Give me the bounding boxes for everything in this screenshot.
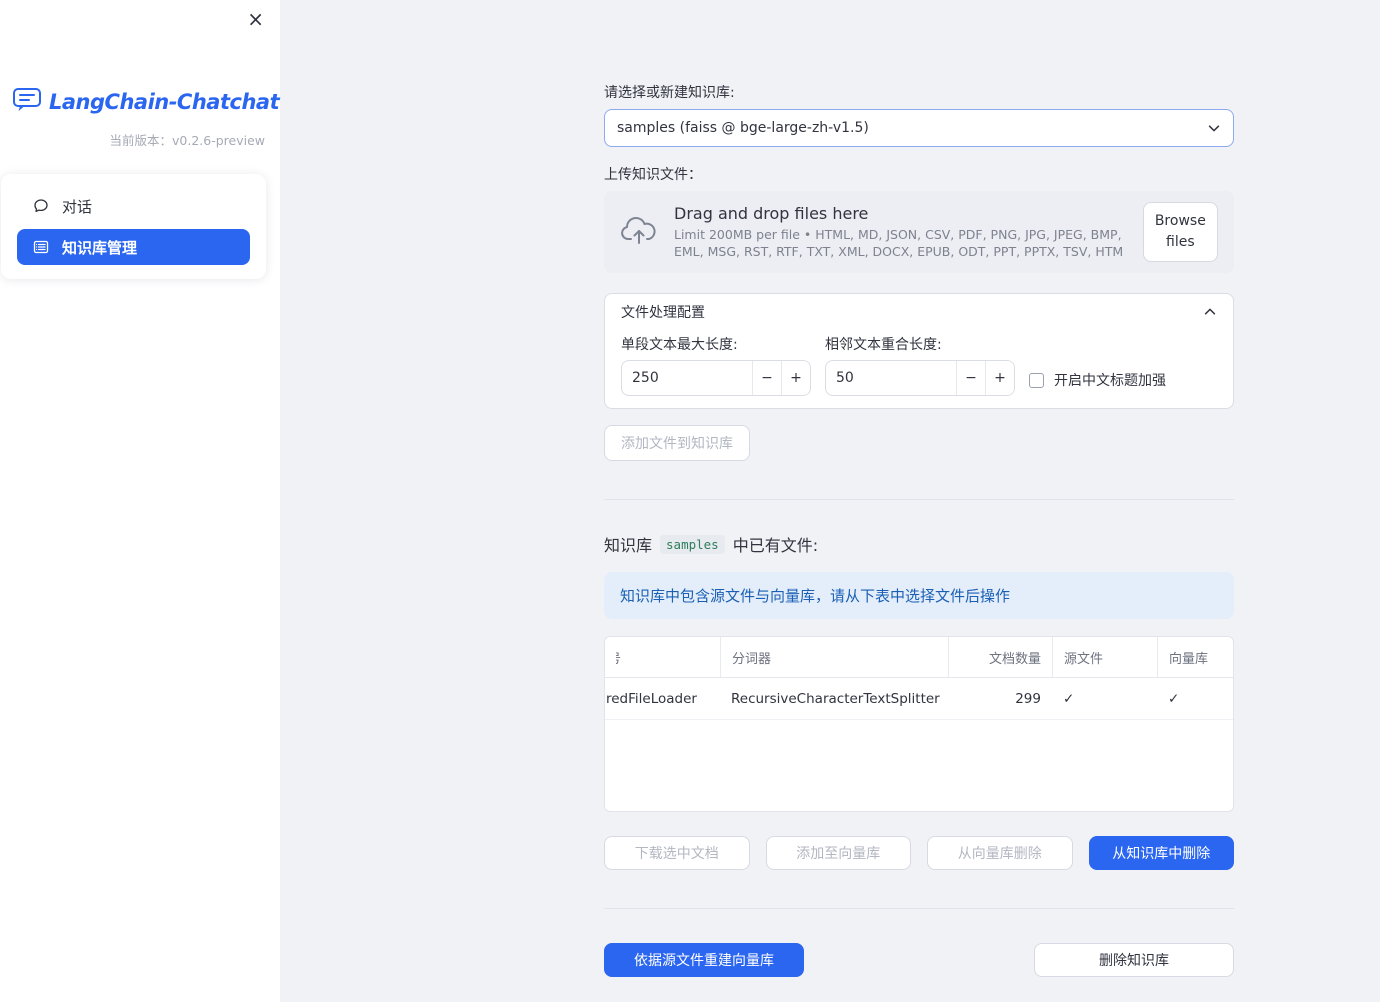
browse-files-button[interactable]: Browse files — [1142, 202, 1218, 262]
app-window: × LangChain-Chatchat 当前版本：v0.2.6-preview — [0, 0, 1380, 1002]
sidebar: × LangChain-Chatchat 当前版本：v0.2.6-preview — [0, 0, 280, 1002]
cell-doc-count: 299 — [1015, 690, 1041, 707]
kb-select-label: 请选择或新建知识库: — [604, 85, 735, 101]
zh-title-enhance-label: 开启中文标题加强 — [1054, 373, 1166, 389]
cell-vector-store-check: ✓ — [1168, 690, 1180, 707]
zh-title-enhance-field: 开启中文标题加强 — [1029, 334, 1217, 396]
cell-loader: redFileLoader — [606, 690, 697, 707]
logo-text: LangChain-Chatchat — [49, 89, 280, 114]
file-limit-text: Limit 200MB per file • HTML, MD, JSON, C… — [674, 226, 1124, 259]
kb-selectbox[interactable]: samples (faiss @ bge-large-zh-v1.5) — [604, 109, 1234, 147]
overlap-size-value[interactable]: 50 — [826, 361, 956, 395]
table-header-clipped: 号 — [605, 637, 720, 677]
chunk-size-field: 单段文本最大长度: 250 − + — [621, 334, 811, 396]
overlap-size-input[interactable]: 50 − + — [825, 360, 1015, 396]
rebuild-vector-store-button[interactable]: 依据源文件重建向量库 — [604, 943, 804, 977]
table-row[interactable]: redFileLoader RecursiveCharacterTextSpli… — [605, 678, 1233, 720]
chunk-size-value[interactable]: 250 — [622, 361, 752, 395]
delete-from-kb-button[interactable]: 从知识库中删除 — [1088, 836, 1234, 870]
sidebar-item-dialogue[interactable]: 对话 — [17, 188, 250, 224]
cell-splitter: RecursiveCharacterTextSplitter — [731, 690, 940, 707]
kb-files-prefix: 知识库 — [604, 536, 653, 555]
info-alert: 知识库中包含源文件与向量库，请从下表中选择文件后操作 — [604, 572, 1234, 619]
table-header-vector-store: 向量库 — [1157, 637, 1233, 677]
file-config-expander: 文件处理配置 单段文本最大长度: 250 − + 相邻文本重合长度: 50 − … — [604, 293, 1234, 409]
overlap-size-decrement-button[interactable]: − — [956, 361, 985, 395]
kb-files-suffix: 中已有文件: — [732, 536, 819, 555]
logo-chat-icon — [12, 86, 42, 117]
table-header-row: 号 分词器 文档数量 源文件 向量库 — [605, 637, 1233, 678]
add-to-vector-store-button[interactable]: 添加至向量库 — [765, 836, 911, 870]
upload-label: 上传知识文件： — [604, 167, 702, 183]
divider — [604, 908, 1234, 909]
card-list-icon — [33, 239, 49, 255]
expander-header[interactable]: 文件处理配置 — [605, 294, 1233, 330]
file-action-buttons: 下载选中文档 添加至向量库 从向量库删除 从知识库中删除 — [604, 836, 1234, 870]
info-alert-text: 知识库中包含源文件与向量库，请从下表中选择文件后操作 — [620, 587, 1011, 605]
kb-files-table[interactable]: 号 分词器 文档数量 源文件 向量库 redFileLoader Recursi… — [604, 636, 1234, 812]
logo: LangChain-Chatchat — [12, 86, 280, 117]
sidebar-close-button[interactable]: × — [243, 5, 268, 33]
delete-from-vector-store-button[interactable]: 从向量库删除 — [927, 836, 1073, 870]
kb-files-heading: 知识库 samples 中已有文件: — [604, 532, 1234, 556]
download-selected-button[interactable]: 下载选中文档 — [604, 836, 750, 870]
version-text: 当前版本：v0.2.6-preview — [109, 133, 265, 148]
expander-body: 单段文本最大长度: 250 − + 相邻文本重合长度: 50 − + 开启中文标… — [605, 330, 1233, 408]
sidebar-item-label: 知识库管理 — [62, 238, 138, 257]
chunk-size-decrement-button[interactable]: − — [752, 361, 781, 395]
main-content: 请选择或新建知识库: samples (faiss @ bge-large-zh… — [604, 0, 1234, 977]
chunk-size-increment-button[interactable]: + — [781, 361, 810, 395]
chunk-size-input[interactable]: 250 − + — [621, 360, 811, 396]
overlap-size-increment-button[interactable]: + — [985, 361, 1014, 395]
chat-bubble-icon — [33, 198, 49, 214]
add-files-to-kb-button[interactable]: 添加文件到知识库 — [604, 425, 750, 461]
table-header-source-file: 源文件 — [1052, 637, 1157, 677]
dropzone-text: Drag and drop files here Limit 200MB per… — [674, 204, 1127, 261]
file-dropzone[interactable]: Drag and drop files here Limit 200MB per… — [604, 191, 1234, 273]
chunk-size-label: 单段文本最大长度: — [621, 337, 738, 353]
divider — [604, 499, 1234, 500]
table-header-splitter: 分词器 — [720, 637, 948, 677]
kb-name-code: samples — [660, 534, 725, 554]
expander-title: 文件处理配置 — [621, 305, 705, 321]
chevron-down-icon — [1207, 121, 1221, 135]
overlap-size-field: 相邻文本重合长度: 50 − + — [825, 334, 1015, 396]
table-header-doc-count: 文档数量 — [948, 637, 1052, 677]
chevron-up-icon — [1203, 305, 1217, 319]
zh-title-enhance-checkbox[interactable] — [1029, 372, 1044, 388]
drag-drop-text: Drag and drop files here — [674, 203, 869, 223]
cell-source-file-check: ✓ — [1063, 690, 1075, 707]
sidebar-item-label: 对话 — [62, 197, 93, 216]
overlap-size-label: 相邻文本重合长度: — [825, 337, 942, 353]
sidebar-item-knowledge-base[interactable]: 知识库管理 — [17, 229, 250, 265]
sidebar-menu: 对话 知识库管理 — [1, 174, 266, 279]
kb-manage-buttons: 依据源文件重建向量库 删除知识库 — [604, 943, 1234, 977]
cloud-upload-icon — [620, 215, 658, 249]
delete-kb-button[interactable]: 删除知识库 — [1034, 943, 1234, 977]
kb-selectbox-value: samples (faiss @ bge-large-zh-v1.5) — [617, 120, 869, 136]
zh-title-enhance-checkbox-row: 开启中文标题加强 — [1029, 370, 1217, 390]
